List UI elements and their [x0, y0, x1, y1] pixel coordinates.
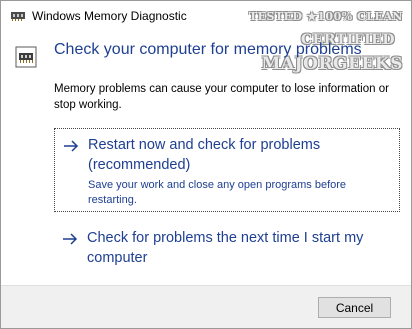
memory-chip-icon	[15, 46, 37, 68]
cancel-button[interactable]: Cancel	[318, 297, 391, 318]
restart-now-label: Restart now and check for problems (reco…	[88, 137, 321, 173]
page-heading: Check your computer for memory problems	[54, 41, 362, 58]
dialog-window: Windows Memory Diagnostic TESTED ★100% C…	[0, 0, 412, 329]
description-text: Memory problems can cause your computer …	[54, 83, 389, 111]
check-next-start-label: Check for problems the next time I start…	[87, 230, 364, 266]
memory-chip-icon	[11, 12, 25, 21]
arrow-right-icon	[63, 233, 78, 245]
restart-now-option[interactable]: Restart now and check for problems (reco…	[54, 128, 400, 212]
arrow-right-icon	[64, 140, 79, 152]
title-bar[interactable]: Windows Memory Diagnostic	[1, 1, 411, 31]
check-next-start-option[interactable]: Check for problems the next time I start…	[54, 222, 400, 272]
restart-now-note: Save your work and close any open progra…	[88, 179, 347, 206]
dialog-footer: Cancel	[1, 285, 411, 328]
window-title: Windows Memory Diagnostic	[32, 9, 187, 23]
